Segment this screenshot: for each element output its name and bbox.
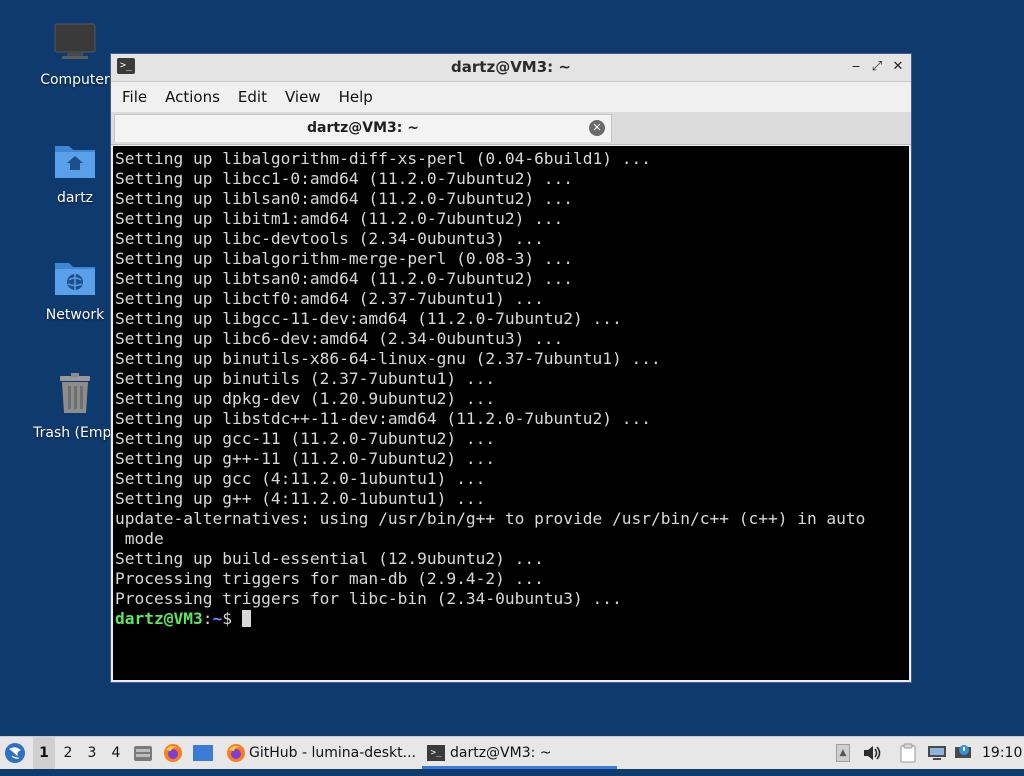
prompt-user: dartz@VM3 <box>115 609 203 628</box>
prompt-separator: : <box>202 609 213 628</box>
terminal-line: Setting up libctf0:amd64 (2.37-7ubuntu1)… <box>115 289 544 308</box>
close-button[interactable]: ✕ <box>889 57 907 77</box>
window-title: dartz@VM3: ~ <box>451 58 571 76</box>
trash-icon <box>60 373 90 413</box>
terminal-line: Setting up libalgorithm-merge-perl (0.08… <box>115 249 574 268</box>
file-manager-icon <box>134 746 152 761</box>
terminal-line: Setting up dpkg-dev (1.20.9ubuntu2) ... <box>115 389 496 408</box>
desktop-icon-network[interactable]: Network <box>30 257 120 323</box>
terminal-lines: Setting up libalgorithm-diff-xs-perl (0.… <box>113 146 909 629</box>
terminal-window: >_ dartz@VM3: ~ ‒ ⤢ ✕ File Actions Edit Vie… <box>110 53 912 683</box>
workspace-1[interactable]: 1 <box>33 737 55 769</box>
clock[interactable]: 19:10 <box>982 737 1022 769</box>
desktop-icon-label: Network <box>45 307 105 323</box>
terminal-line: Setting up libc-devtools (2.34-0ubuntu3)… <box>115 229 544 248</box>
desktop-icon-label: dartz <box>56 190 94 206</box>
quicklaunch-firefox[interactable] <box>163 737 185 769</box>
task-label: dartz@VM3: ~ <box>450 745 552 761</box>
lumina-logo-icon <box>5 743 25 763</box>
terminal-line: Setting up libc6-dev:amd64 (2.34-0ubuntu… <box>115 329 564 348</box>
terminal-line: Processing triggers for libc-bin (2.34-0… <box>115 589 622 608</box>
terminal-line: Setting up binutils (2.37-7ubuntu1) ... <box>115 369 496 388</box>
desktop-icon-dartz[interactable]: dartz <box>30 140 120 206</box>
terminal-line: Setting up libgcc-11-dev:amd64 (11.2.0-7… <box>115 309 622 328</box>
desktop-icon-label: Computer <box>40 72 110 88</box>
prompt-symbol: $ <box>222 609 242 628</box>
terminal-line: Setting up g++-11 (11.2.0-7ubuntu2) ... <box>115 449 496 468</box>
menu-file[interactable]: File <box>111 82 156 112</box>
terminal-line: Setting up binutils-x86-64-linux-gnu (2.… <box>115 349 661 368</box>
menu-bar: File Actions Edit View Help <box>111 82 911 112</box>
prompt-path: ~ <box>212 609 223 628</box>
terminal-line: Setting up libstdc++-11-dev:amd64 (11.2.… <box>115 409 652 428</box>
start-menu-button[interactable] <box>4 737 30 769</box>
terminal-icon: >_ <box>427 745 445 761</box>
updates-icon[interactable] <box>953 744 975 762</box>
quicklaunch-show-desktop[interactable] <box>193 737 215 769</box>
task-terminal[interactable]: >_ dartz@VM3: ~ <box>422 737 617 769</box>
tab-close-icon[interactable]: ✕ <box>589 120 605 136</box>
task-label: GitHub - lumina-deskt... <box>249 745 417 761</box>
desktop-icon-trash[interactable]: Trash (Empt <box>30 373 120 441</box>
window-titlebar[interactable]: >_ dartz@VM3: ~ ‒ ⤢ ✕ <box>111 54 911 82</box>
tray-up-arrow-icon[interactable]: ▲ <box>836 744 850 762</box>
terminal-line: Setting up build-essential (12.9ubuntu2)… <box>115 549 544 568</box>
menu-view[interactable]: View <box>276 82 330 112</box>
workspace-3[interactable]: 3 <box>81 737 103 769</box>
network-folder-icon <box>55 263 95 295</box>
maximize-button[interactable]: ⤢ <box>868 57 886 77</box>
desktop-icon-computer[interactable]: Computer <box>30 22 120 88</box>
terminal-line: mode <box>115 529 164 548</box>
terminal-line: Setting up libitm1:amd64 (11.2.0-7ubuntu… <box>115 209 564 228</box>
quicklaunch-file-manager[interactable] <box>133 737 155 769</box>
volume-icon[interactable] <box>862 744 882 762</box>
minimize-button[interactable]: ‒ <box>847 57 865 77</box>
taskbar: 1 2 3 4 GitHub - lumina-deskt... >_ dart… <box>0 736 1024 769</box>
terminal-tab[interactable]: dartz@VM3: ~ ✕ <box>114 114 612 142</box>
computer-icon <box>54 23 96 59</box>
menu-help[interactable]: Help <box>330 82 382 112</box>
terminal-line: Setting up libtsan0:amd64 (11.2.0-7ubunt… <box>115 269 574 288</box>
desktop-icon-label: Trash (Empt <box>33 425 117 441</box>
terminal-line: Processing triggers for man-db (2.9.4-2)… <box>115 569 544 588</box>
terminal-output[interactable]: Setting up libalgorithm-diff-xs-perl (0.… <box>113 146 909 680</box>
home-folder-icon <box>55 146 95 178</box>
tab-bar: dartz@VM3: ~ ✕ <box>111 112 911 145</box>
menu-actions[interactable]: Actions <box>156 82 229 112</box>
firefox-icon <box>227 744 245 762</box>
terminal-line: Setting up liblsan0:amd64 (11.2.0-7ubunt… <box>115 189 574 208</box>
firefox-icon <box>164 744 182 762</box>
workspace-2[interactable]: 2 <box>57 737 79 769</box>
clipboard-icon[interactable] <box>899 743 919 763</box>
workspace-4[interactable]: 4 <box>105 737 127 769</box>
terminal-cursor <box>241 610 251 627</box>
terminal-line: Setting up libcc1-0:amd64 (11.2.0-7ubunt… <box>115 169 574 188</box>
tab-label: dartz@VM3: ~ <box>307 120 419 136</box>
network-monitor-icon[interactable] <box>927 744 947 762</box>
terminal-line: Setting up gcc (4:11.2.0-1ubuntu1) ... <box>115 469 486 488</box>
terminal-line: update-alternatives: using /usr/bin/g++ … <box>115 509 866 528</box>
terminal-line: Setting up gcc-11 (11.2.0-7ubuntu2) ... <box>115 429 496 448</box>
terminal-line: Setting up libalgorithm-diff-xs-perl (0.… <box>115 149 652 168</box>
terminal-line: Setting up g++ (4:11.2.0-1ubuntu1) ... <box>115 489 486 508</box>
task-firefox[interactable]: GitHub - lumina-deskt... <box>224 737 417 769</box>
show-desktop-icon <box>193 745 213 761</box>
menu-edit[interactable]: Edit <box>229 82 276 112</box>
